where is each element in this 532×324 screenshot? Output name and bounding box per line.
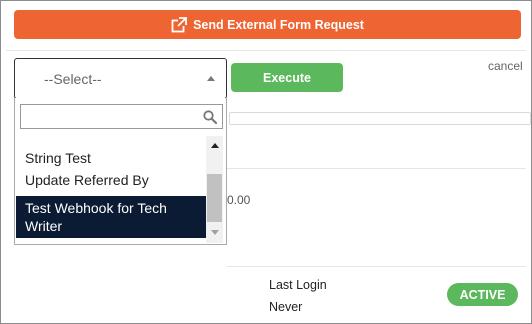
dropdown-option-label: Test Webhook for Tech Writer [25, 200, 167, 234]
last-login-value: Never [269, 300, 303, 314]
scroll-up-arrow-icon[interactable] [211, 143, 219, 148]
dropdown-scrollbar[interactable] [206, 136, 223, 243]
select-dropdown: String Test Update Referred By Test Webh… [14, 98, 227, 245]
scroll-down-arrow-icon[interactable] [211, 230, 219, 235]
status-badge: ACTIVE [447, 283, 518, 306]
dropdown-option[interactable]: String Test [16, 149, 206, 167]
execute-button[interactable]: Execute [231, 63, 343, 92]
external-link-icon [171, 16, 188, 32]
send-external-form-label: Send External Form Request [193, 17, 364, 32]
last-login-label: Last Login [269, 278, 327, 292]
divider [6, 50, 526, 51]
send-external-form-button[interactable]: Send External Form Request [14, 10, 521, 39]
dropdown-option-selected[interactable]: Test Webhook for Tech Writer [16, 196, 206, 238]
dropdown-option-label: String Test [25, 150, 91, 166]
background-input-strip [229, 112, 531, 125]
dropdown-options-list: String Test Update Referred By Test Webh… [16, 136, 206, 244]
search-icon [203, 110, 217, 124]
divider [227, 266, 526, 267]
status-label: ACTIVE [459, 287, 506, 302]
action-select[interactable]: --Select-- [14, 58, 227, 99]
app-frame: Send External Form Request --Select-- Ex… [0, 0, 532, 324]
dropdown-search-input[interactable] [21, 105, 201, 128]
execute-label: Execute [263, 70, 311, 85]
action-select-value: --Select-- [44, 71, 102, 87]
dropdown-search-box[interactable] [20, 104, 223, 129]
dropdown-option-label: Update Referred By [25, 172, 149, 188]
scrollbar-thumb[interactable] [207, 174, 222, 222]
dropdown-option[interactable]: Update Referred By [16, 171, 206, 189]
background-amount-fragment: 0.00 [227, 193, 251, 207]
cancel-link[interactable]: cancel [488, 59, 523, 73]
divider [227, 168, 526, 169]
caret-up-icon [207, 76, 215, 81]
